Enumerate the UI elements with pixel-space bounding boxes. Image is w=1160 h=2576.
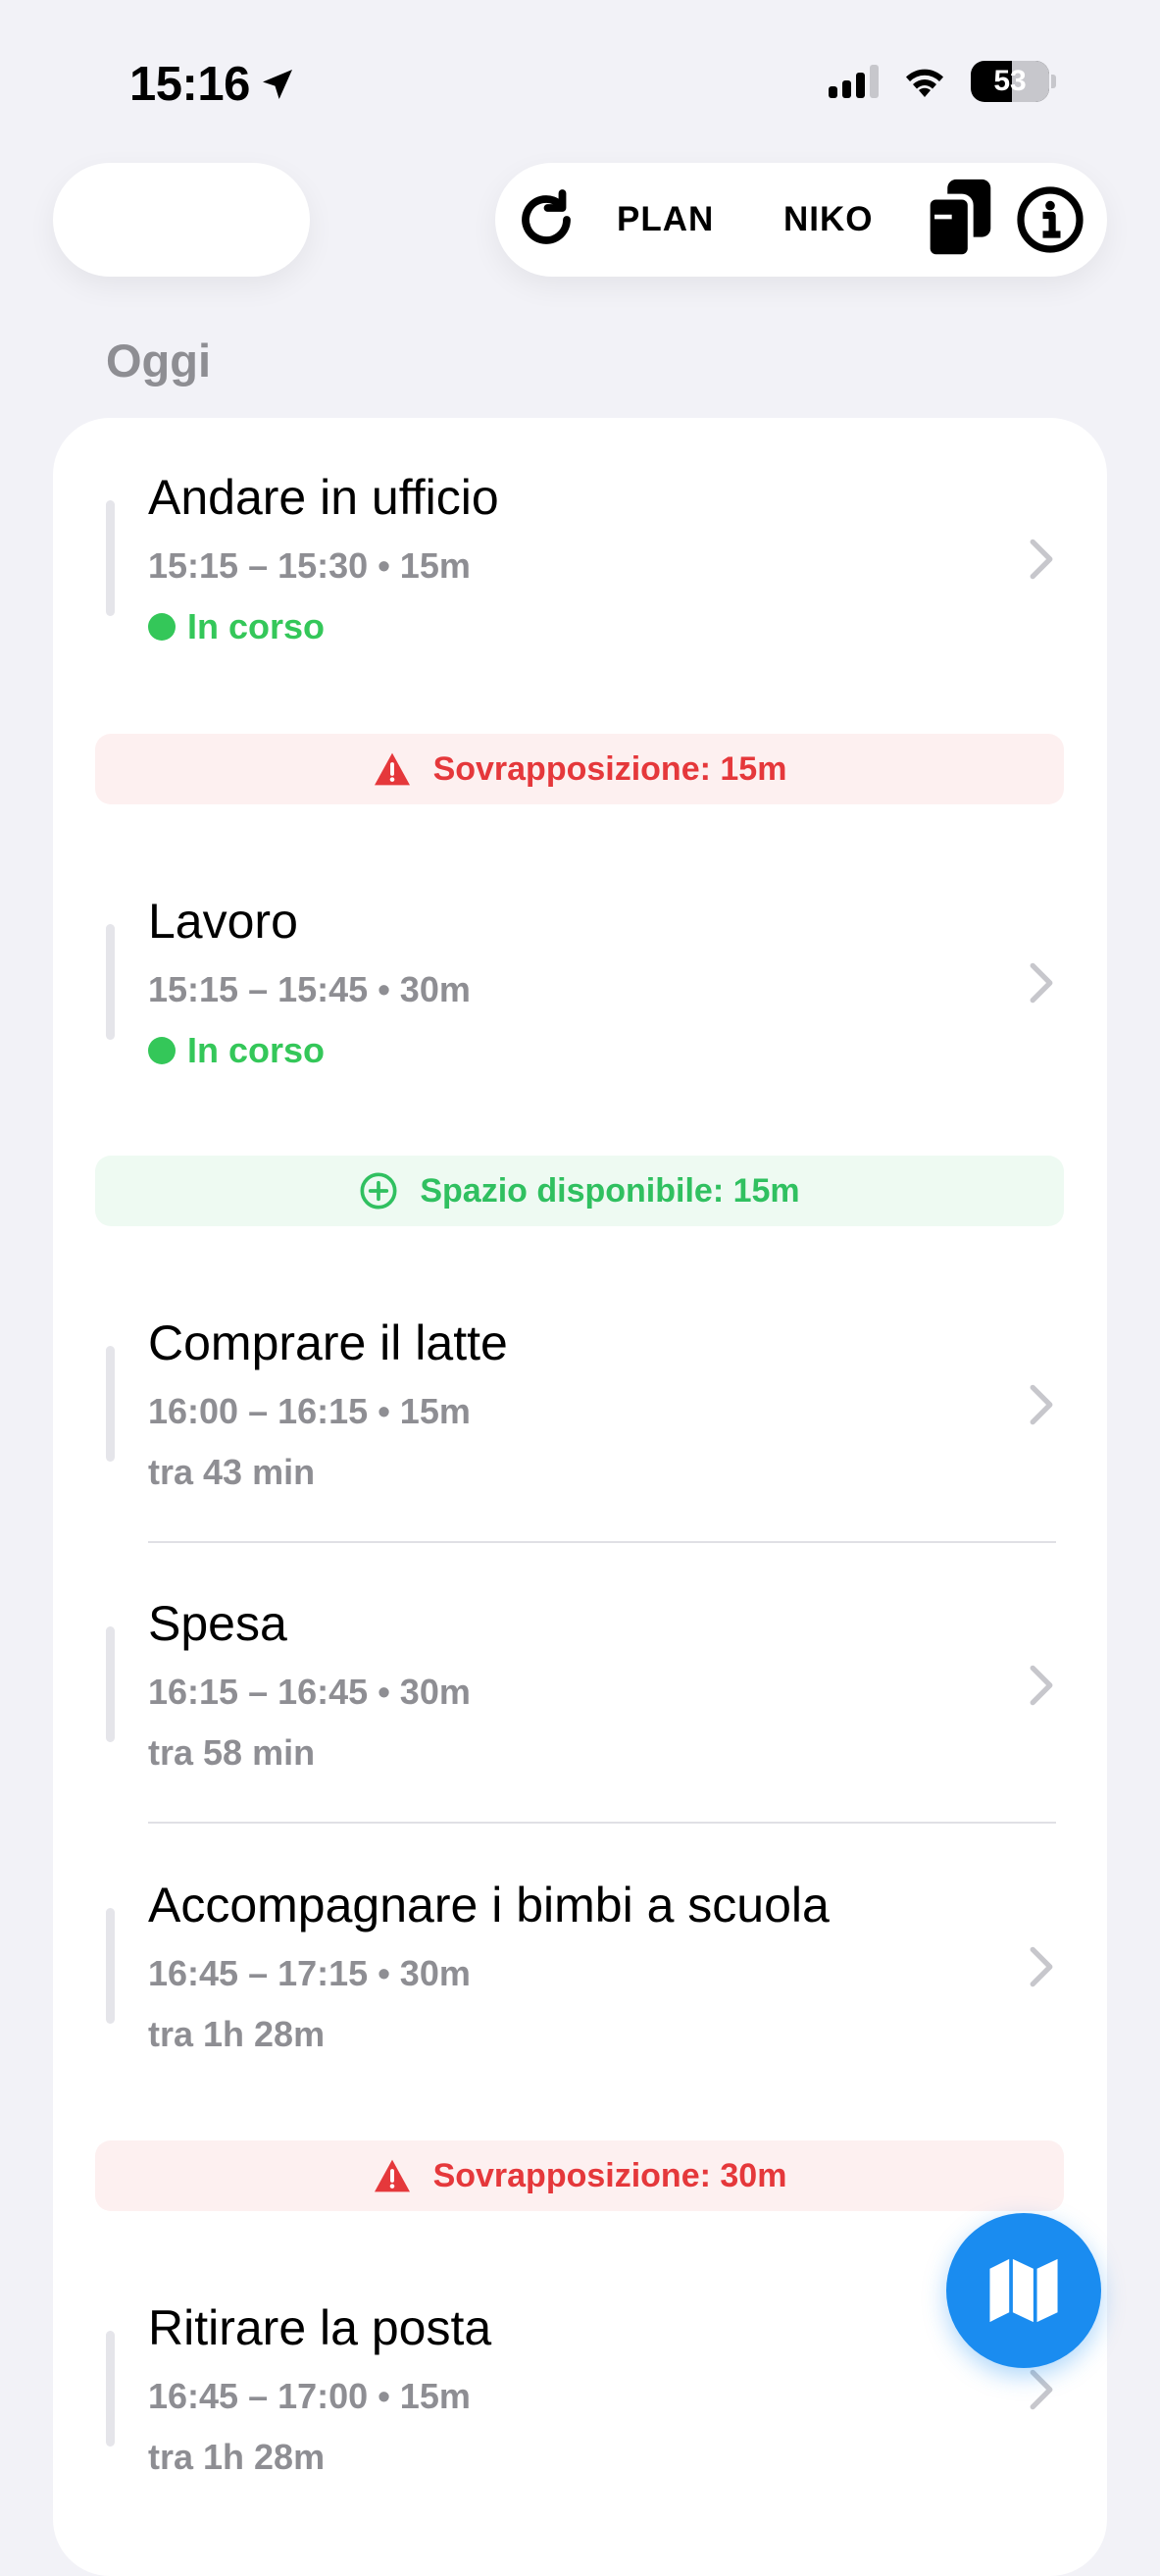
row-divider bbox=[148, 1541, 1056, 1543]
overlap-banner-text: Sovrapposizione: 15m bbox=[432, 749, 787, 788]
task-meta: 16:45 – 17:15 • 30m bbox=[148, 1953, 471, 1993]
chevron-right-icon bbox=[1030, 1946, 1053, 1987]
task-title: Spesa bbox=[148, 1596, 287, 1651]
task-row[interactable]: Comprare il latte 16:00 – 16:15 • 15m tr… bbox=[53, 1263, 1107, 1548]
task-status-text: tra 58 min bbox=[148, 1732, 316, 1773]
task-time: 15:15 – 15:45 bbox=[148, 969, 369, 1009]
task-row[interactable]: Lavoro 15:15 – 15:45 • 30m In corso bbox=[53, 842, 1107, 1126]
refresh-button[interactable] bbox=[511, 163, 581, 277]
battery-level: 53 bbox=[993, 65, 1027, 97]
task-row[interactable]: Spesa 16:15 – 16:45 • 30m tra 58 min bbox=[53, 1544, 1107, 1829]
task-status-text: In corso bbox=[187, 606, 326, 646]
map-fab-button[interactable] bbox=[946, 2213, 1101, 2368]
in-progress-dot-icon bbox=[148, 613, 176, 641]
section-title-today: Oggi bbox=[106, 335, 212, 386]
plan-label: PLAN bbox=[617, 200, 715, 238]
task-time: 15:15 – 15:30 bbox=[148, 545, 369, 586]
task-status-text: tra 1h 28m bbox=[148, 2014, 326, 2054]
overlap-banner: Sovrapposizione: 15m bbox=[95, 734, 1064, 804]
overlap-banner: Sovrapposizione: 30m bbox=[95, 2140, 1064, 2211]
task-indicator-bar bbox=[106, 1626, 115, 1742]
plus-circle-icon bbox=[360, 1172, 397, 1210]
in-progress-dot-icon bbox=[148, 1037, 176, 1064]
chevron-right-icon bbox=[1030, 539, 1053, 580]
free-space-banner-text: Spazio disponibile: 15m bbox=[420, 1171, 800, 1210]
niko-label: NIKO bbox=[783, 200, 874, 238]
cellular-signal-icon bbox=[829, 65, 879, 98]
left-pill-button[interactable] bbox=[53, 163, 310, 277]
copy-button[interactable] bbox=[921, 163, 997, 277]
niko-button[interactable]: NIKO bbox=[783, 163, 874, 277]
task-status-text: tra 1h 28m bbox=[148, 2437, 326, 2477]
task-title: Ritirare la posta bbox=[148, 2300, 492, 2355]
refresh-icon bbox=[522, 189, 571, 244]
task-meta: 15:15 – 15:30 • 15m bbox=[148, 545, 471, 586]
battery-icon: 53 bbox=[971, 61, 1049, 102]
map-icon bbox=[989, 2258, 1058, 2323]
schedule-card: Andare in ufficio 15:15 – 15:30 • 15m In… bbox=[53, 418, 1107, 2576]
task-meta: 15:15 – 15:45 • 30m bbox=[148, 969, 471, 1009]
task-indicator-bar bbox=[106, 1908, 115, 2024]
copy-document-icon bbox=[924, 179, 991, 261]
task-duration: 30m bbox=[399, 1953, 471, 1993]
chevron-right-icon bbox=[1030, 1665, 1053, 1706]
free-space-banner[interactable]: Spazio disponibile: 15m bbox=[95, 1156, 1064, 1226]
task-duration: 15m bbox=[399, 2376, 471, 2416]
info-button[interactable] bbox=[1015, 163, 1085, 277]
clock-text: 15:16 bbox=[129, 58, 250, 111]
task-indicator-bar bbox=[106, 500, 115, 616]
task-title: Accompagnare i bimbi a scuola bbox=[148, 1878, 830, 1932]
chevron-right-icon bbox=[1030, 1384, 1053, 1425]
warning-icon bbox=[374, 752, 410, 786]
task-title: Comprare il latte bbox=[148, 1315, 508, 1370]
task-duration: 30m bbox=[399, 1672, 471, 1712]
chevron-right-icon bbox=[1030, 962, 1053, 1004]
task-duration: 15m bbox=[399, 545, 471, 586]
warning-icon bbox=[374, 2159, 410, 2192]
location-arrow-icon bbox=[262, 70, 292, 99]
top-toolbar: PLAN NIKO bbox=[495, 163, 1107, 277]
status-time: 15:16 bbox=[129, 57, 297, 112]
task-status-text: tra 43 min bbox=[148, 1452, 316, 1492]
task-duration: 15m bbox=[399, 1391, 471, 1431]
task-title: Lavoro bbox=[148, 894, 298, 949]
task-duration: 30m bbox=[399, 969, 471, 1009]
row-divider bbox=[148, 1822, 1056, 1824]
task-status: In corso bbox=[148, 606, 325, 647]
task-row[interactable]: Andare in ufficio 15:15 – 15:30 • 15m In… bbox=[53, 418, 1107, 702]
wifi-icon bbox=[906, 69, 943, 97]
overlap-banner-text: Sovrapposizione: 30m bbox=[432, 2156, 787, 2194]
task-meta: 16:45 – 17:00 • 15m bbox=[148, 2376, 471, 2416]
task-status-text: In corso bbox=[187, 1030, 326, 1070]
task-row[interactable]: Accompagnare i bimbi a scuola 16:45 – 17… bbox=[53, 1826, 1107, 2110]
task-time: 16:45 – 17:15 bbox=[148, 1953, 369, 1993]
task-time: 16:00 – 16:15 bbox=[148, 1391, 369, 1431]
task-status: In corso bbox=[148, 1030, 325, 1071]
task-indicator-bar bbox=[106, 1346, 115, 1462]
task-indicator-bar bbox=[106, 924, 115, 1040]
task-time: 16:45 – 17:00 bbox=[148, 2376, 369, 2416]
task-meta: 16:15 – 16:45 • 30m bbox=[148, 1672, 471, 1712]
task-indicator-bar bbox=[106, 2331, 115, 2447]
chevron-right-icon bbox=[1030, 2369, 1053, 2410]
task-meta: 16:00 – 16:15 • 15m bbox=[148, 1391, 471, 1431]
status-indicators: 53 bbox=[829, 61, 1056, 102]
info-icon bbox=[1017, 186, 1084, 253]
task-time: 16:15 – 16:45 bbox=[148, 1672, 369, 1712]
task-title: Andare in ufficio bbox=[148, 470, 499, 525]
plan-button[interactable]: PLAN bbox=[617, 163, 714, 277]
